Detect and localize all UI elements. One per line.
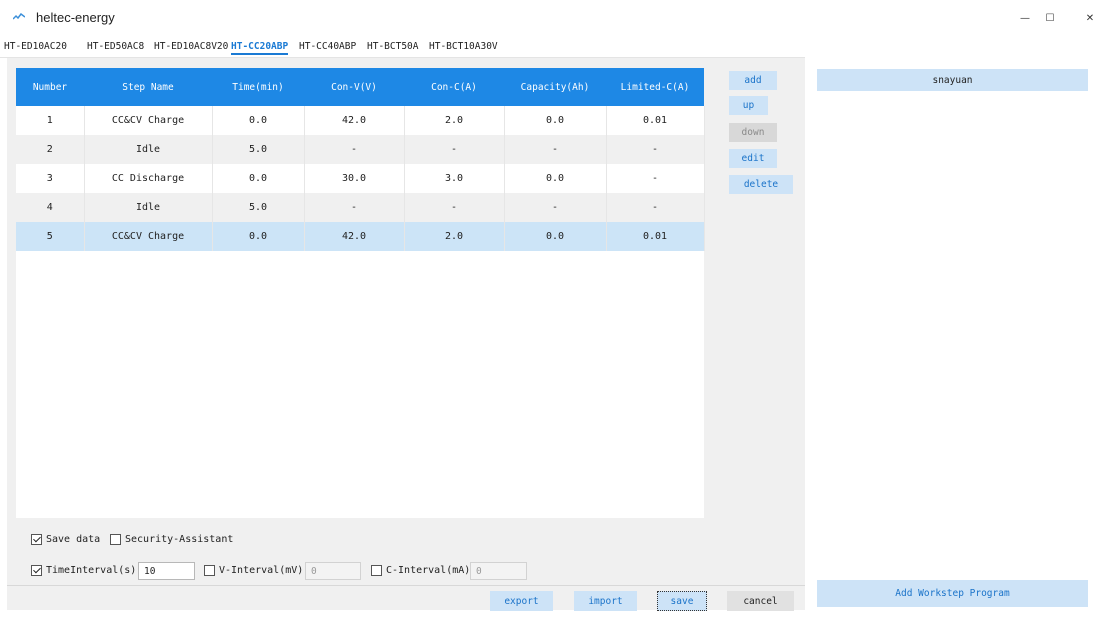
tab-ht-bct10a30v[interactable]: HT-BCT10A30V bbox=[429, 41, 498, 52]
tab-ht-ed50ac8[interactable]: HT-ED50AC8 bbox=[87, 41, 144, 52]
table-cell: - bbox=[304, 193, 405, 222]
close-icon: ✕ bbox=[1085, 12, 1095, 24]
column-header-step-name[interactable]: Step Name bbox=[84, 68, 212, 106]
table-cell: 3.0 bbox=[404, 164, 505, 193]
c-interval-label: C-Interval(mA) bbox=[386, 565, 471, 576]
security-assistant-checkbox[interactable] bbox=[110, 534, 121, 545]
device-tabs: HT-ED10AC20 HT-ED50AC8 HT-ED10AC8V20 HT-… bbox=[0, 37, 1105, 57]
table-cell: 5.0 bbox=[212, 135, 305, 164]
table-row[interactable]: 4 Idle 5.0 - - - - bbox=[16, 193, 705, 222]
table-cell: 0.01 bbox=[606, 222, 705, 251]
time-interval-input[interactable]: 10 bbox=[138, 562, 195, 580]
table-cell: 5 bbox=[16, 222, 85, 251]
export-button[interactable]: export bbox=[490, 591, 553, 611]
table-cell: 30.0 bbox=[304, 164, 405, 193]
table-row[interactable]: 2 Idle 5.0 - - - - bbox=[16, 135, 705, 164]
add-workstep-program-button[interactable]: Add Workstep Program bbox=[817, 580, 1088, 607]
table-cell: - bbox=[606, 193, 705, 222]
table-cell: 2 bbox=[16, 135, 85, 164]
table-cell: - bbox=[606, 135, 705, 164]
table-cell: Idle bbox=[84, 193, 213, 222]
step-table: Number Step Name Time(min) Con-V(V) Con-… bbox=[16, 68, 705, 251]
minimize-icon: — bbox=[1020, 12, 1030, 24]
c-interval-input[interactable]: 0 bbox=[470, 562, 527, 580]
tab-ht-cc40abp[interactable]: HT-CC40ABP bbox=[299, 41, 356, 52]
table-cell: - bbox=[404, 193, 505, 222]
save-data-checkbox[interactable] bbox=[31, 534, 42, 545]
bottom-divider bbox=[7, 585, 805, 586]
table-cell: 0.0 bbox=[504, 222, 607, 251]
column-header-capacity[interactable]: Capacity(Ah) bbox=[504, 68, 606, 106]
save-data-option[interactable]: Save data bbox=[31, 534, 100, 545]
program-list-panel bbox=[817, 66, 1088, 609]
table-cell: CC&CV Charge bbox=[84, 222, 213, 251]
v-interval-option[interactable]: V-Interval(mV) bbox=[204, 565, 303, 576]
table-cell: - bbox=[504, 135, 607, 164]
table-cell: - bbox=[404, 135, 505, 164]
program-list-header[interactable]: snayuan bbox=[817, 69, 1088, 91]
close-button[interactable]: ✕ bbox=[1070, 0, 1105, 36]
table-header-row: Number Step Name Time(min) Con-V(V) Con-… bbox=[16, 68, 704, 106]
table-cell: 0.0 bbox=[212, 164, 305, 193]
table-cell: CC Discharge bbox=[84, 164, 213, 193]
table-row[interactable]: 3 CC Discharge 0.0 30.0 3.0 0.0 - bbox=[16, 164, 705, 193]
save-data-label: Save data bbox=[46, 534, 101, 545]
column-header-limited-c[interactable]: Limited-C(A) bbox=[606, 68, 704, 106]
table-cell: CC&CV Charge bbox=[84, 106, 213, 135]
table-cell: 0.0 bbox=[212, 222, 305, 251]
tab-ht-bct50a[interactable]: HT-BCT50A bbox=[367, 41, 418, 52]
table-cell: 0.0 bbox=[504, 106, 607, 135]
step-table-container: Number Step Name Time(min) Con-V(V) Con-… bbox=[16, 68, 705, 518]
table-row-selected[interactable]: 5 CC&CV Charge 0.0 42.0 2.0 0.0 0.01 bbox=[16, 222, 705, 251]
column-header-time[interactable]: Time(min) bbox=[212, 68, 304, 106]
table-cell: 5.0 bbox=[212, 193, 305, 222]
table-row[interactable]: 1 CC&CV Charge 0.0 42.0 2.0 0.0 0.01 bbox=[16, 106, 705, 135]
window-title: heltec-energy bbox=[36, 10, 115, 25]
table-cell: 0.01 bbox=[606, 106, 705, 135]
edit-step-button[interactable]: edit bbox=[729, 149, 777, 168]
table-cell: 2.0 bbox=[404, 106, 505, 135]
v-interval-checkbox[interactable] bbox=[204, 565, 215, 576]
time-interval-option[interactable]: TimeInterval(s) bbox=[31, 565, 136, 576]
column-header-number[interactable]: Number bbox=[16, 68, 84, 106]
c-interval-checkbox[interactable] bbox=[371, 565, 382, 576]
v-interval-label: V-Interval(mV) bbox=[219, 565, 304, 576]
security-assistant-option[interactable]: Security-Assistant bbox=[110, 534, 233, 545]
table-cell: - bbox=[606, 164, 705, 193]
table-cell: Idle bbox=[84, 135, 213, 164]
table-cell: - bbox=[504, 193, 607, 222]
table-cell: 0.0 bbox=[504, 164, 607, 193]
table-cell: - bbox=[304, 135, 405, 164]
save-button[interactable]: save bbox=[657, 591, 707, 611]
column-header-con-v[interactable]: Con-V(V) bbox=[304, 68, 404, 106]
title-bar: heltec-energy — ☐ ✕ bbox=[0, 0, 1105, 36]
table-cell: 42.0 bbox=[304, 106, 405, 135]
v-interval-input[interactable]: 0 bbox=[305, 562, 361, 580]
table-cell: 0.0 bbox=[212, 106, 305, 135]
cancel-button[interactable]: cancel bbox=[727, 591, 794, 611]
table-cell: 42.0 bbox=[304, 222, 405, 251]
column-header-con-c[interactable]: Con-C(A) bbox=[404, 68, 504, 106]
c-interval-option[interactable]: C-Interval(mA) bbox=[371, 565, 470, 576]
add-step-button[interactable]: add bbox=[729, 71, 777, 90]
maximize-button[interactable]: ☐ bbox=[1030, 0, 1070, 36]
time-interval-checkbox[interactable] bbox=[31, 565, 42, 576]
tab-ht-cc20abp[interactable]: HT-CC20ABP bbox=[231, 41, 289, 55]
move-down-button[interactable]: down bbox=[729, 123, 777, 142]
table-cell: 2.0 bbox=[404, 222, 505, 251]
time-interval-label: TimeInterval(s) bbox=[46, 565, 137, 576]
import-button[interactable]: import bbox=[574, 591, 637, 611]
tab-ht-ed10ac20[interactable]: HT-ED10AC20 bbox=[4, 41, 67, 52]
app-logo-icon bbox=[13, 13, 25, 20]
move-up-button[interactable]: up bbox=[729, 96, 768, 115]
delete-step-button[interactable]: delete bbox=[729, 175, 793, 194]
table-cell: 4 bbox=[16, 193, 85, 222]
table-cell: 3 bbox=[16, 164, 85, 193]
maximize-icon: ☐ bbox=[1045, 12, 1055, 24]
tab-ht-ed10ac8v20[interactable]: HT-ED10AC8V20 bbox=[154, 41, 228, 52]
security-assistant-label: Security-Assistant bbox=[125, 534, 234, 545]
table-cell: 1 bbox=[16, 106, 85, 135]
